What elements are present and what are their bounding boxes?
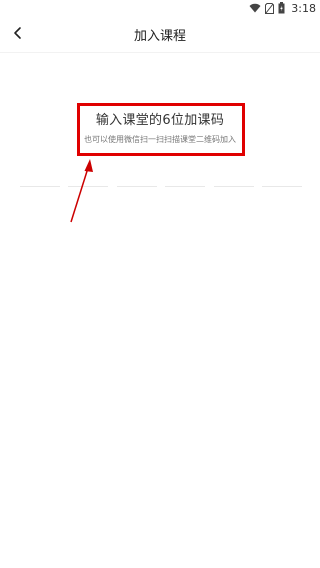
status-icons: 3:18	[249, 1, 316, 15]
code-slot-5[interactable]	[213, 186, 254, 187]
battery-icon	[278, 2, 285, 14]
code-slot-2[interactable]	[68, 186, 109, 187]
code-slot-6[interactable]	[261, 186, 302, 187]
code-slot-1[interactable]	[20, 186, 60, 187]
code-input-row[interactable]	[20, 186, 302, 188]
status-bar: 3:18	[0, 0, 320, 16]
code-slot-3[interactable]	[116, 186, 157, 187]
status-time: 3:18	[291, 1, 316, 15]
page-title: 加入课程	[133, 29, 186, 44]
sim-icon	[265, 2, 275, 14]
wifi-icon	[249, 3, 261, 13]
annotation-arrow	[70, 159, 93, 223]
code-slot-4[interactable]	[165, 186, 206, 187]
nav-bar: 加入课程	[0, 16, 320, 53]
annotation-highlight-box	[77, 103, 245, 156]
